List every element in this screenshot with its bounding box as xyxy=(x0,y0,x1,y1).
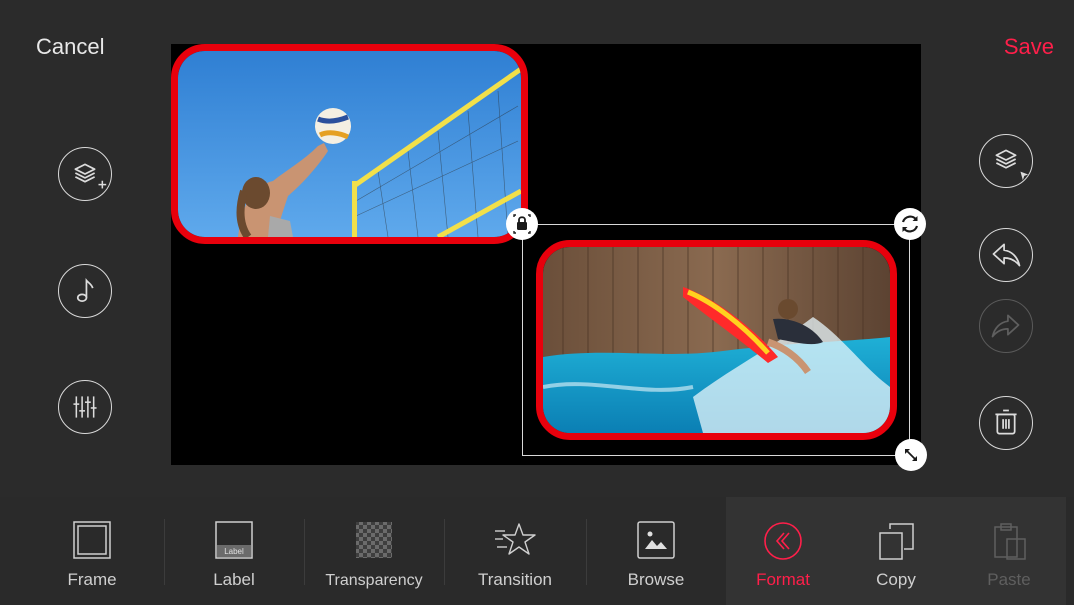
tool-frame-label: Frame xyxy=(67,570,117,589)
tool-browse-label: Browse xyxy=(627,570,685,589)
select-layer-icon xyxy=(995,149,1029,181)
rotate-icon xyxy=(901,215,919,233)
add-layer-icon xyxy=(74,163,107,189)
resize-handle[interactable] xyxy=(895,439,927,471)
mixer-button[interactable] xyxy=(58,380,112,434)
bottom-toolbar: Frame Label Label Transparency Transitio… xyxy=(0,497,1074,605)
redo-icon xyxy=(991,314,1020,338)
volleyball-image xyxy=(178,51,521,237)
add-layer-button[interactable] xyxy=(58,147,112,201)
copy-icon xyxy=(879,523,914,560)
tool-transition-label: Transition xyxy=(477,570,552,589)
tool-copy-label: Copy xyxy=(876,570,916,589)
label-icon-text: Label xyxy=(224,547,244,556)
tool-browse[interactable]: Browse xyxy=(586,497,726,605)
mixer-icon xyxy=(73,396,97,418)
trash-icon xyxy=(995,409,1017,435)
paste-icon xyxy=(994,523,1026,560)
music-button[interactable] xyxy=(58,264,112,318)
image-icon xyxy=(637,521,675,559)
undo-icon xyxy=(992,243,1021,267)
tool-format-label: Format xyxy=(756,570,810,589)
frame-icon xyxy=(73,521,111,559)
music-icon xyxy=(76,278,94,302)
tool-label[interactable]: Label Label xyxy=(164,497,304,605)
tool-transition[interactable]: Transition xyxy=(444,497,586,605)
tool-transparency[interactable]: Transparency xyxy=(304,497,444,605)
select-layer-button[interactable] xyxy=(979,134,1033,188)
delete-button[interactable] xyxy=(979,396,1033,450)
redo-button[interactable] xyxy=(979,299,1033,353)
tool-format[interactable]: Format xyxy=(726,497,840,605)
rotate-handle[interactable] xyxy=(894,208,926,240)
tool-copy[interactable]: Copy xyxy=(840,497,952,605)
tool-paste[interactable]: Paste xyxy=(952,497,1066,605)
chevron-left-double-icon xyxy=(764,522,802,560)
transparency-icon xyxy=(356,522,392,558)
tool-label-label: Label xyxy=(213,570,255,589)
cancel-button[interactable]: Cancel xyxy=(36,34,104,60)
tool-transparency-label: Transparency xyxy=(325,572,423,589)
resize-icon xyxy=(905,449,917,461)
lock-icon xyxy=(513,214,531,234)
lock-handle[interactable] xyxy=(506,208,538,240)
undo-button[interactable] xyxy=(979,228,1033,282)
selection-box xyxy=(522,224,910,456)
tool-frame[interactable]: Frame xyxy=(20,497,164,605)
photo-volleyball[interactable] xyxy=(171,44,528,244)
transition-icon xyxy=(495,523,536,555)
tool-paste-label: Paste xyxy=(987,570,1031,589)
save-button[interactable]: Save xyxy=(1004,34,1054,60)
